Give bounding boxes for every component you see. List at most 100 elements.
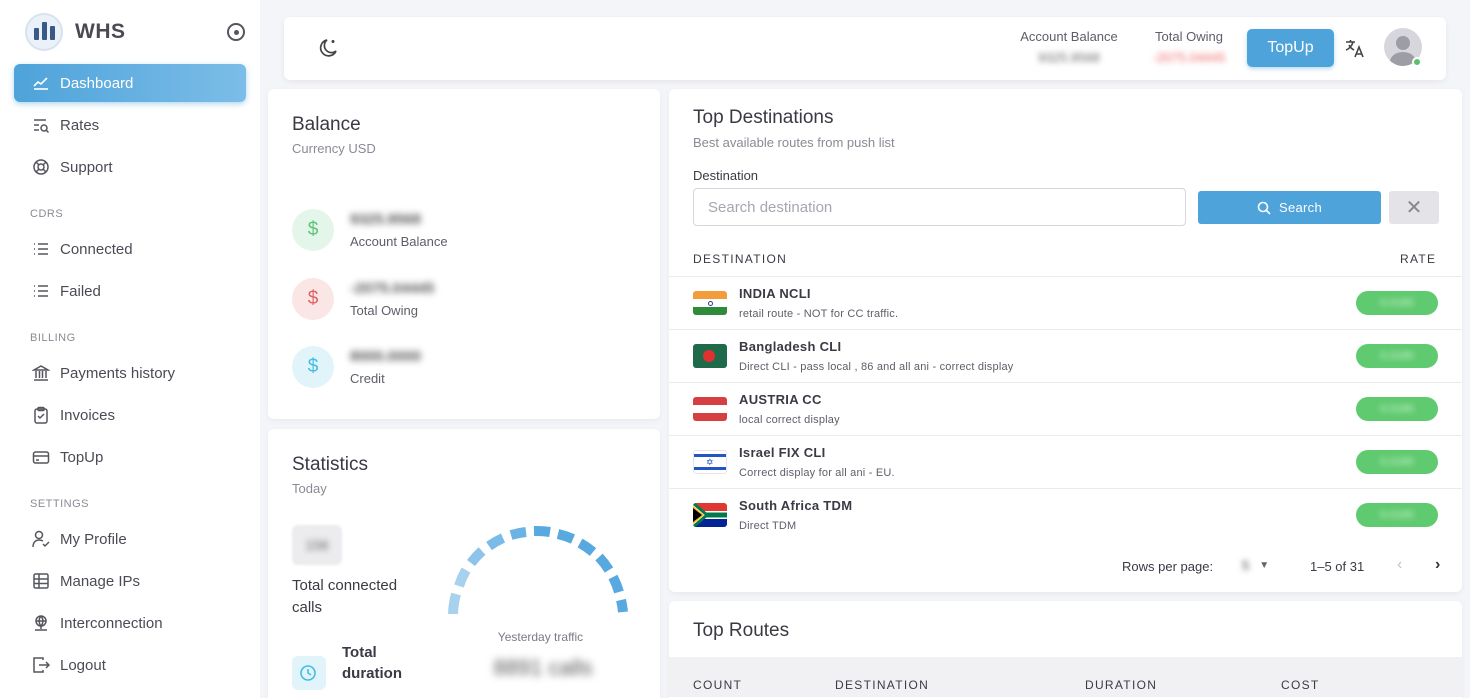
sidebar: WHS Dashboard Rates Support CDRS Connect… — [0, 0, 260, 698]
statistics-title: Statistics — [292, 454, 369, 475]
list-icon — [32, 282, 50, 300]
translate-icon[interactable] — [1344, 37, 1366, 59]
destination-description: local correct display — [739, 414, 840, 426]
traffic-gauge — [448, 525, 628, 615]
chart-line-icon — [32, 74, 50, 92]
brand-logo-icon — [25, 13, 63, 51]
column-header-duration: DURATION — [1085, 678, 1158, 692]
destination-field-label: Destination — [693, 168, 759, 183]
list-search-icon — [32, 116, 50, 134]
sidebar-item-label: Dashboard — [60, 74, 134, 92]
sidebar-item-support[interactable]: Support — [14, 148, 246, 186]
logout-icon — [32, 656, 50, 674]
balance-subtitle: Currency USD — [292, 141, 376, 156]
top-account-balance-value: 9325.9568 — [1038, 50, 1100, 65]
sidebar-item-rates[interactable]: Rates — [14, 106, 246, 144]
routes-title: Top Routes — [693, 620, 790, 641]
bank-icon — [32, 364, 50, 382]
sidebar-section-cdrs: CDRS — [30, 208, 64, 220]
rows-per-page-value: 5 — [1242, 558, 1250, 573]
table-row[interactable]: South Africa TDM Direct TDM 0.0180 — [669, 488, 1462, 541]
search-icon — [1257, 201, 1271, 215]
search-button[interactable]: Search — [1198, 191, 1381, 224]
yesterday-traffic-label: Yesterday traffic — [497, 630, 584, 644]
column-header-destination: DESTINATION — [835, 678, 930, 692]
search-button-label: Search — [1279, 200, 1322, 215]
austria-flag-icon — [693, 397, 727, 421]
lifebuoy-icon — [32, 158, 50, 176]
sidebar-item-label: Failed — [60, 282, 101, 300]
table-row[interactable]: Bangladesh CLI Direct CLI - pass local ,… — [669, 329, 1462, 382]
top-account-balance: Account Balance 9325.9568 — [1014, 29, 1124, 65]
dollar-icon: $ — [292, 346, 334, 388]
list-icon — [32, 240, 50, 258]
topup-button[interactable]: TopUp — [1247, 29, 1334, 67]
sidebar-item-label: Manage IPs — [60, 572, 141, 590]
sidebar-item-logout[interactable]: Logout — [14, 646, 246, 684]
balance-title: Balance — [292, 114, 361, 135]
balance-value: 8000.0000 — [350, 348, 421, 365]
destination-name: Israel FIX CLI — [739, 445, 826, 460]
statistics-card: Statistics Today 156 Total connected cal… — [268, 429, 660, 698]
balance-label: Account Balance — [350, 234, 448, 249]
sidebar-item-label: Rates — [60, 116, 100, 134]
brand-name: WHS — [75, 20, 126, 43]
top-routes-card: Top Routes COUNT DESTINATION DURATION CO… — [669, 601, 1462, 698]
column-header-rate: RATE — [1400, 252, 1437, 266]
top-destinations-card: Top Destinations Best available routes f… — [669, 89, 1462, 592]
chevron-left-icon[interactable]: ‹ — [1397, 556, 1402, 574]
close-icon: ✕ — [1405, 197, 1423, 219]
rate-badge: 0.0180 — [1356, 291, 1438, 315]
sidebar-item-manage-ips[interactable]: Manage IPs — [14, 562, 246, 600]
rate-badge: 0.0180 — [1356, 503, 1438, 527]
table-icon — [32, 572, 50, 590]
destination-description: Direct CLI - pass local , 86 and all ani… — [739, 361, 1014, 373]
sidebar-item-payments-history[interactable]: Payments history — [14, 354, 246, 392]
top-total-owing: Total Owing -2075.04445 — [1139, 29, 1239, 65]
sidebar-item-failed[interactable]: Failed — [14, 272, 246, 310]
sidebar-item-invoices[interactable]: Invoices — [14, 396, 246, 434]
balance-value: -2075.04445 — [350, 280, 435, 297]
table-row[interactable]: AUSTRIA CC local correct display 0.0180 — [669, 382, 1462, 435]
sidebar-section-billing: BILLING — [30, 332, 76, 344]
sidebar-item-dashboard[interactable]: Dashboard — [14, 64, 246, 102]
top-total-owing-label: Total Owing — [1155, 29, 1223, 44]
sidebar-item-label: Interconnection — [60, 614, 163, 632]
moon-icon[interactable] — [318, 37, 340, 59]
table-row[interactable]: INDIA NCLI retail route - NOT for CC tra… — [669, 276, 1462, 329]
connected-calls-icon: 156 — [292, 525, 342, 565]
balance-row-owing: $ -2075.04445 Total Owing — [292, 278, 434, 320]
destinations-subtitle: Best available routes from push list — [693, 135, 895, 150]
sidebar-item-label: TopUp — [60, 448, 104, 466]
credit-card-icon — [32, 448, 50, 466]
rate-badge: 0.0180 — [1356, 450, 1438, 474]
balance-value: 9325.9568 — [350, 211, 421, 228]
rows-per-page-select[interactable]: 5 ▼ — [1242, 558, 1269, 573]
dollar-icon: $ — [292, 278, 334, 320]
total-duration-label: Total duration — [342, 644, 402, 682]
bangladesh-flag-icon — [693, 344, 727, 368]
balance-label: Credit — [350, 371, 385, 386]
sidebar-item-my-profile[interactable]: My Profile — [14, 520, 246, 558]
india-flag-icon — [693, 291, 727, 315]
destination-search-input[interactable] — [693, 188, 1186, 226]
sidebar-item-connected[interactable]: Connected — [14, 230, 246, 268]
balance-row-account: $ 9325.9568 Account Balance — [292, 209, 448, 251]
sidebar-toggle-icon[interactable] — [227, 23, 245, 41]
rate-badge: 0.0180 — [1356, 344, 1438, 368]
network-icon — [32, 614, 50, 632]
table-row[interactable]: ✡ Israel FIX CLI Correct display for all… — [669, 435, 1462, 488]
statistics-subtitle: Today — [292, 481, 327, 496]
sidebar-item-interconnection[interactable]: Interconnection — [14, 604, 246, 642]
sidebar-item-topup[interactable]: TopUp — [14, 438, 246, 476]
top-account-balance-label: Account Balance — [1020, 29, 1118, 44]
clock-icon — [292, 656, 326, 690]
column-header-count: COUNT — [693, 678, 743, 692]
brand[interactable]: WHS — [25, 13, 126, 51]
clear-search-button[interactable]: ✕ — [1389, 191, 1439, 224]
destination-name: AUSTRIA CC — [739, 392, 822, 407]
connected-calls-value: 156 — [305, 537, 329, 553]
chevron-right-icon[interactable]: › — [1435, 556, 1440, 574]
rows-per-page-label: Rows per page: — [1122, 559, 1214, 574]
destination-name: Bangladesh CLI — [739, 339, 842, 354]
